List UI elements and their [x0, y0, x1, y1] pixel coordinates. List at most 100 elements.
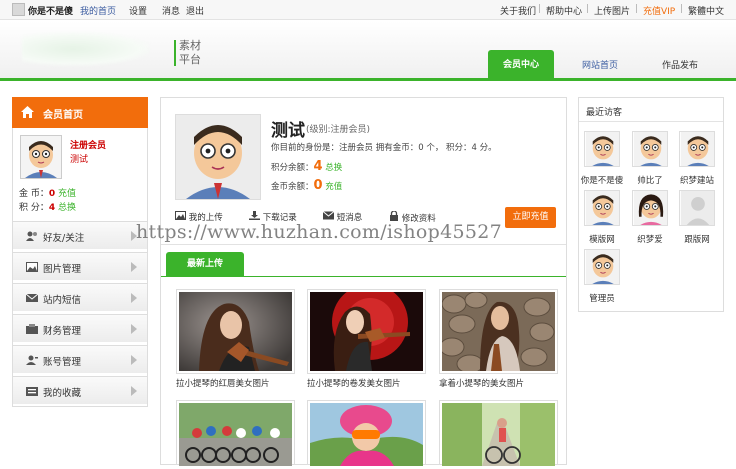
logo-divider — [174, 40, 176, 66]
nav-publish[interactable]: 作品发布 — [652, 54, 708, 78]
sidebar-item-label: 财务管理 — [43, 326, 82, 337]
visitor-avatar[interactable] — [584, 249, 620, 285]
visitor-name[interactable]: 织梦建站 — [669, 174, 725, 186]
sidebar-points: 积 分：4 总换 — [19, 200, 76, 213]
link-help[interactable]: 帮助中心 — [546, 4, 582, 17]
sidebar-user-role: 注册会员 — [70, 141, 107, 151]
visitor-avatar[interactable] — [632, 131, 668, 167]
sidebar-user-name[interactable]: 测试 — [70, 152, 88, 165]
lock-icon — [390, 210, 398, 221]
tab-latest-uploads[interactable]: 最新上传 — [166, 252, 244, 276]
coin-label: 金 币： — [19, 189, 49, 199]
sidebar-item-label: 站内短信 — [43, 295, 82, 306]
user-avatar[interactable] — [20, 135, 62, 179]
coin-balance-value: 0 — [313, 178, 323, 193]
message-icon — [322, 211, 335, 220]
gallery-photo-4[interactable] — [176, 400, 295, 466]
recent-visitors-title: 最近访客 — [586, 108, 623, 118]
gallery-photo-3[interactable] — [439, 289, 558, 374]
divider: | — [538, 4, 542, 14]
visitor-avatar[interactable] — [679, 131, 715, 167]
profile-level: (级别:注册会员) — [306, 125, 371, 135]
sidebar-item-image[interactable]: 图片管理 — [13, 252, 147, 280]
link-settings[interactable]: 设置 — [129, 4, 147, 17]
profile-coins: 金币余额：0 充值 — [271, 178, 342, 193]
download-icon — [249, 211, 260, 220]
sidebar-item-mail[interactable]: 站内短信 — [13, 283, 147, 311]
home-icon — [21, 106, 34, 118]
coin-recharge-link[interactable]: 充值 — [58, 189, 76, 199]
link-my-home[interactable]: 我的首页 — [80, 4, 116, 17]
divider: | — [680, 4, 684, 14]
gallery-photo-5[interactable] — [307, 400, 426, 466]
points-balance-label: 积分余额： — [271, 163, 314, 173]
sidebar-item-finance[interactable]: 财务管理 — [13, 314, 147, 342]
gallery-photo-2[interactable] — [307, 284, 426, 374]
sidebar-item-label: 好友/关注 — [43, 233, 85, 244]
link-vip[interactable]: 充值VIP — [643, 4, 675, 17]
profile-desc: 你目前的身份是：注册会员 拥有金币：0 个， 积分：4 分。 — [271, 143, 497, 153]
mail-icon — [25, 293, 39, 303]
link-logout[interactable]: 退出 — [186, 4, 204, 17]
sidebar-coins: 金 币：0 充值 — [19, 186, 76, 199]
logo-tagline-1: 素材 — [179, 39, 201, 52]
gallery-photo-6[interactable] — [439, 400, 558, 466]
coin-balance-recharge[interactable]: 充值 — [325, 182, 342, 192]
nickname[interactable]: 你是不是傻 — [28, 4, 73, 17]
sidebar-item-friends[interactable]: 好友/关注 — [13, 221, 147, 249]
sidebar-item-account[interactable]: 账号管理 — [13, 345, 147, 373]
points-balance-exchange[interactable]: 总换 — [325, 163, 342, 173]
visitor-name[interactable]: 跟版网 — [669, 233, 725, 245]
profile-points: 积分余额：4 总换 — [271, 159, 342, 174]
nav-site-home[interactable]: 网站首页 — [572, 54, 628, 78]
divider: | — [635, 4, 639, 14]
sidebar-item-favorite[interactable]: 我的收藏 — [13, 376, 147, 404]
points-value: 4 — [48, 203, 56, 213]
chevron-right-icon — [131, 262, 137, 272]
upload-image-icon — [175, 211, 186, 220]
divider — [579, 121, 723, 122]
nav-member-center[interactable]: 会员中心 — [488, 50, 554, 80]
tab-underline — [161, 276, 566, 277]
link-about[interactable]: 关于我们 — [500, 4, 536, 17]
recharge-now-button[interactable]: 立即充值 — [505, 207, 556, 228]
visitor-avatar[interactable] — [584, 190, 620, 226]
chevron-right-icon — [131, 386, 137, 396]
sidebar-header[interactable]: 会员首页 — [12, 97, 148, 128]
watermark: https://www.huzhan.com/ishop45527 — [136, 221, 503, 243]
divider — [161, 244, 566, 245]
gallery-caption-1[interactable]: 拉小提琴的红唇美女图片 — [176, 377, 270, 389]
gallery-photo-1[interactable] — [176, 289, 295, 374]
chevron-right-icon — [131, 355, 137, 365]
points-label: 积 分： — [19, 203, 49, 213]
finance-icon — [26, 324, 38, 334]
points-balance-value: 4 — [313, 159, 323, 174]
link-traditional[interactable]: 繁體中文 — [688, 4, 724, 17]
link-messages[interactable]: 消息 — [162, 4, 180, 17]
gallery-caption-2[interactable]: 拉小提琴的卷发美女图片 — [307, 377, 401, 389]
sidebar-item-label: 我的收藏 — [43, 388, 82, 399]
favorite-icon — [26, 386, 38, 396]
profile-name: 测试 — [271, 121, 305, 141]
chevron-right-icon — [131, 293, 137, 303]
account-icon — [26, 355, 38, 365]
points-exchange-link[interactable]: 总换 — [58, 203, 76, 213]
chevron-right-icon — [131, 324, 137, 334]
site-logo[interactable] — [22, 32, 150, 66]
profile-avatar[interactable] — [175, 114, 261, 200]
visitor-avatar[interactable] — [632, 190, 668, 226]
visitor-avatar[interactable] — [584, 131, 620, 167]
sidebar-item-label: 账号管理 — [43, 357, 82, 368]
visitor-avatar[interactable] — [679, 190, 715, 226]
link-upload[interactable]: 上传图片 — [594, 4, 630, 17]
visitor-name[interactable]: 管理员 — [574, 292, 630, 304]
gallery-caption-3[interactable]: 拿着小提琴的美女图片 — [439, 377, 524, 389]
top-bar: 你是不是傻 我的首页 设置 消息 退出 关于我们 | 帮助中心 | 上传图片 |… — [0, 0, 736, 20]
coin-value: 0 — [48, 189, 56, 199]
image-icon — [26, 262, 38, 272]
user-avatar-mini[interactable] — [12, 3, 25, 16]
friends-icon — [26, 231, 38, 241]
divider: | — [586, 4, 590, 14]
logo-tagline-2: 平台 — [179, 53, 201, 66]
coin-balance-label: 金币余额： — [271, 182, 314, 192]
